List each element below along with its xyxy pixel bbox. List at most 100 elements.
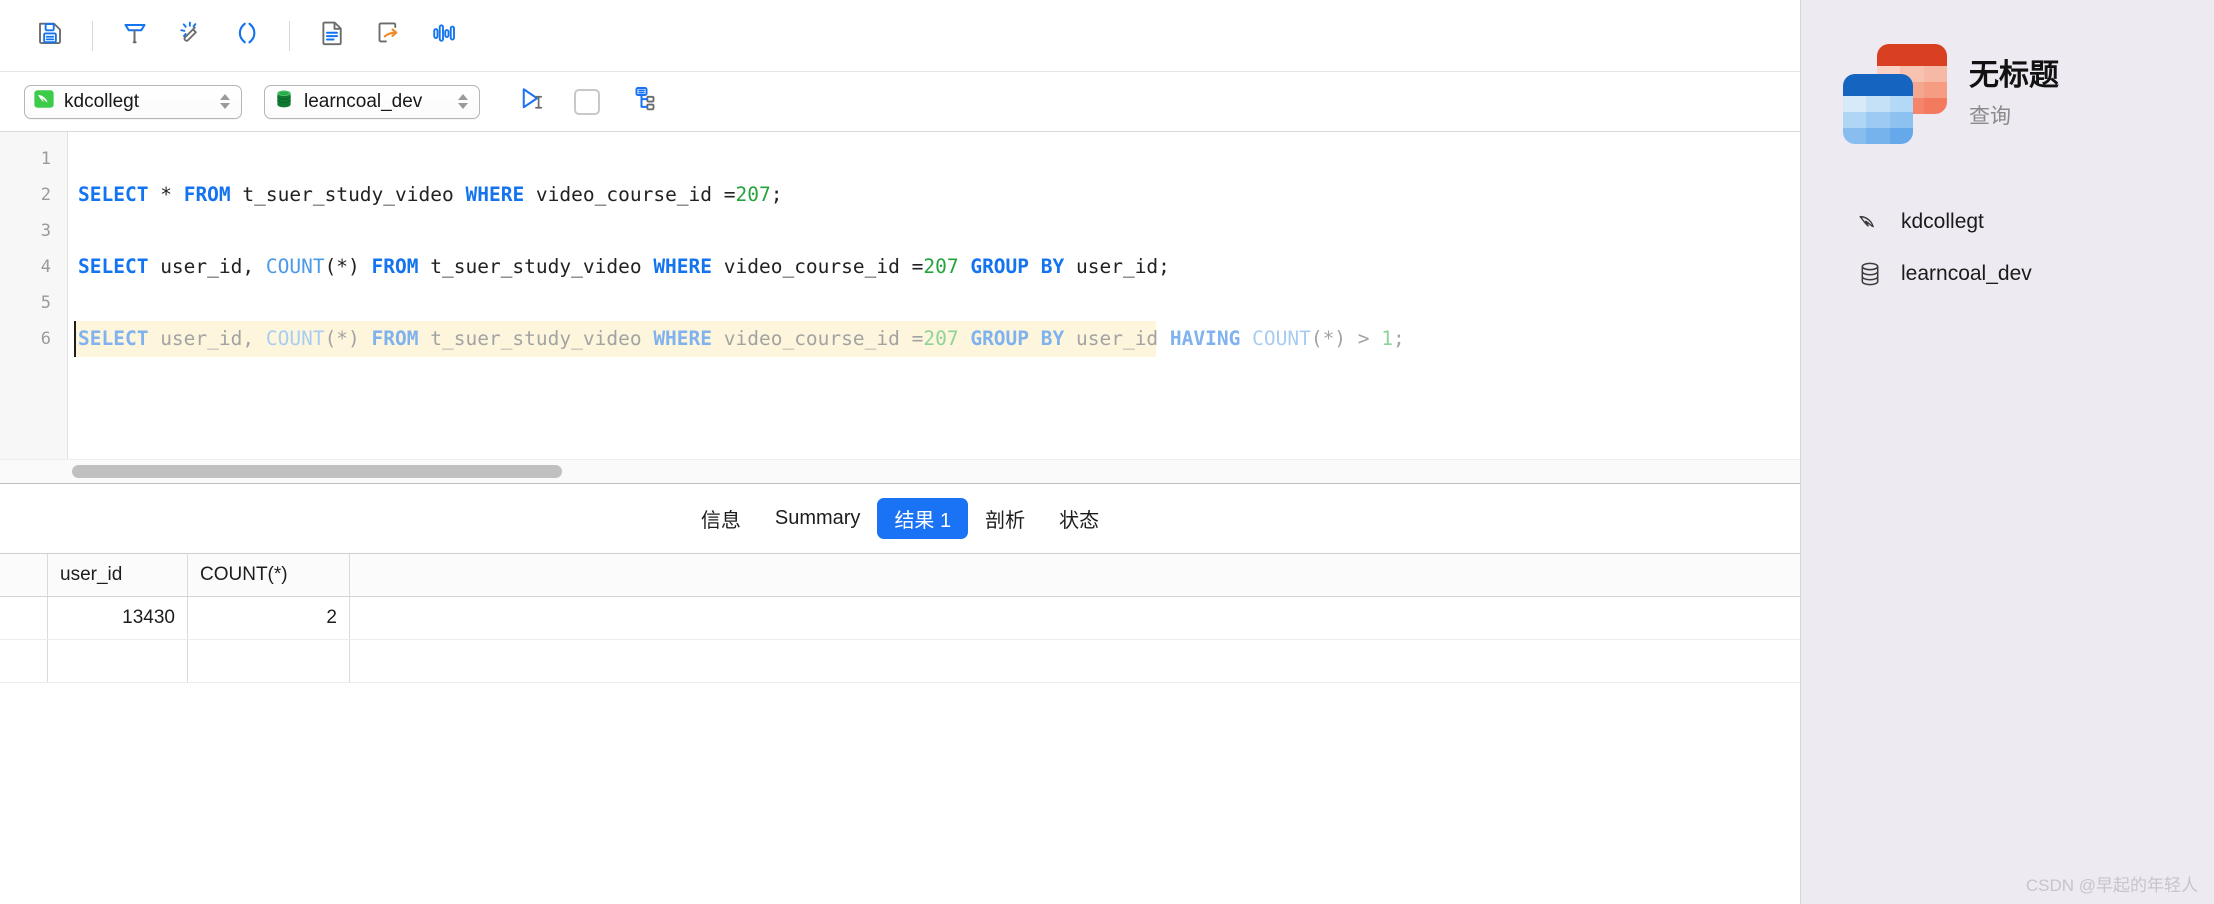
code-token: FROM bbox=[183, 183, 231, 206]
code-token: SELECT bbox=[78, 327, 149, 350]
sidebar-item-database[interactable]: learncoal_dev bbox=[1853, 254, 2214, 294]
database-cylinder-icon bbox=[1853, 260, 1887, 288]
column-header-user-id[interactable]: user_id bbox=[48, 553, 188, 596]
chart-bars-icon bbox=[429, 18, 459, 53]
blue-sheet-icon bbox=[1843, 74, 1913, 144]
code-token: ; bbox=[1393, 327, 1405, 350]
code-line[interactable] bbox=[74, 285, 1800, 321]
code-token: t_suer_study_video bbox=[418, 327, 654, 350]
sidebar-titles: 无标题 查询 bbox=[1969, 58, 2059, 130]
result-tab-2[interactable]: 结果 1 bbox=[877, 497, 969, 539]
export-button[interactable] bbox=[360, 13, 416, 59]
code-token: video_course_id = bbox=[712, 255, 924, 278]
sidebar-header: 无标题 查询 bbox=[1801, 0, 2214, 146]
sidebar-item-label: learncoal_dev bbox=[1901, 262, 2032, 285]
database-select[interactable]: learncoal_dev bbox=[264, 84, 480, 119]
code-token: SELECT bbox=[78, 255, 149, 278]
connection-bar: kdcollegt learncoal_dev bbox=[0, 72, 1800, 132]
right-sidebar: 无标题 查询 kdcollegt learncoal_dev CSDN @早起的… bbox=[1800, 0, 2214, 904]
database-value: learncoal_dev bbox=[304, 90, 423, 112]
code-token: ; bbox=[770, 183, 783, 206]
result-grid-header: user_id COUNT(*) bbox=[0, 553, 1800, 597]
document-icon bbox=[317, 18, 347, 53]
cell-empty-1[interactable] bbox=[48, 639, 188, 682]
code-token: video_course_id = bbox=[712, 327, 924, 350]
code-token: (*) bbox=[324, 255, 372, 278]
chart-bars-button[interactable] bbox=[416, 13, 472, 59]
result-tab-1[interactable]: Summary bbox=[758, 501, 878, 536]
run-button[interactable] bbox=[512, 84, 552, 120]
save-button[interactable] bbox=[22, 13, 78, 59]
sidebar-item-connection[interactable]: kdcollegt bbox=[1853, 202, 2214, 242]
page-subtitle: 查询 bbox=[1969, 105, 2011, 128]
code-token: 1 bbox=[1381, 327, 1394, 350]
code-token: WHERE bbox=[653, 327, 713, 350]
table-row-empty[interactable] bbox=[0, 639, 1800, 683]
code-token: 207 bbox=[923, 255, 959, 278]
line-number: 6 bbox=[40, 329, 51, 349]
beautify-icon bbox=[120, 18, 150, 53]
result-tab-3[interactable]: 剖析 bbox=[968, 498, 1042, 539]
code-token: GROUP BY bbox=[970, 327, 1065, 350]
magic-wand-button[interactable] bbox=[163, 13, 219, 59]
code-line[interactable] bbox=[74, 141, 1800, 177]
cell-empty[interactable] bbox=[350, 597, 1750, 639]
beautify-button[interactable] bbox=[107, 13, 163, 59]
code-token: (*) bbox=[324, 327, 372, 350]
table-row[interactable]: 13430 2 bbox=[0, 596, 1800, 640]
code-token: 207 bbox=[735, 183, 771, 206]
grid-empty-space bbox=[0, 683, 1800, 904]
query-document-icon bbox=[1843, 42, 1947, 146]
row-number-cell bbox=[0, 596, 48, 639]
result-tab-4[interactable]: 状态 bbox=[1042, 498, 1116, 539]
editor-body[interactable]: 1 2 3 4 5 6 SELECT * FROM t_suer_study_video … bbox=[0, 132, 1800, 459]
result-tab-0[interactable]: 信息 bbox=[684, 498, 758, 539]
scrollbar-thumb[interactable] bbox=[72, 464, 562, 478]
connection-stepper[interactable] bbox=[217, 94, 233, 109]
code-token: HAVING bbox=[1169, 327, 1241, 350]
code-area[interactable]: SELECT * FROM t_suer_study_video WHERE v… bbox=[68, 132, 1800, 459]
code-token: (*) > bbox=[1310, 327, 1382, 350]
main-panel: kdcollegt learncoal_dev 1 2 3 4 5 6 SELE… bbox=[0, 0, 1800, 904]
stop-button[interactable] bbox=[574, 88, 600, 115]
explain-plan-button[interactable] bbox=[622, 84, 662, 120]
magic-wand-icon bbox=[176, 18, 206, 53]
line-number: 1 bbox=[40, 149, 51, 169]
watermark: CSDN @早起的年轻人 bbox=[2025, 876, 2198, 895]
code-line[interactable]: SELECT user_id, COUNT(*) FROM t_suer_stu… bbox=[74, 249, 1800, 285]
code-token: SELECT bbox=[78, 183, 149, 206]
export-icon bbox=[373, 18, 403, 53]
connection-select[interactable]: kdcollegt bbox=[24, 84, 242, 119]
code-line[interactable]: SELECT * FROM t_suer_study_video WHERE v… bbox=[74, 177, 1800, 213]
code-token: FROM bbox=[371, 255, 419, 278]
parentheses-button[interactable] bbox=[219, 13, 275, 59]
database-stepper[interactable] bbox=[455, 94, 471, 109]
cell-empty-2[interactable] bbox=[188, 639, 350, 682]
column-header-count[interactable]: COUNT(*) bbox=[188, 553, 350, 596]
code-token: t_suer_study_video bbox=[230, 183, 466, 206]
code-token: user_id, bbox=[148, 255, 266, 278]
toolbar-divider-2 bbox=[289, 20, 290, 51]
app-root: kdcollegt learncoal_dev 1 2 3 4 5 6 SELE… bbox=[0, 0, 2214, 904]
code-token: t_suer_study_video bbox=[418, 255, 654, 278]
line-number: 4 bbox=[40, 257, 51, 277]
connection-value: kdcollegt bbox=[64, 90, 139, 112]
document-button[interactable] bbox=[304, 13, 360, 59]
row-number-cell bbox=[0, 639, 48, 682]
sql-editor[interactable]: 1 2 3 4 5 6 SELECT * FROM t_suer_study_video … bbox=[0, 132, 1800, 484]
editor-horizontal-scrollbar[interactable] bbox=[0, 458, 1800, 483]
column-header-empty[interactable] bbox=[350, 554, 1750, 596]
line-number: 5 bbox=[40, 293, 51, 313]
sidebar-item-label: kdcollegt bbox=[1901, 210, 1984, 233]
code-line[interactable] bbox=[74, 213, 1800, 249]
cell-user-id[interactable]: 13430 bbox=[48, 596, 188, 639]
mysql-dolphin-icon bbox=[33, 88, 55, 115]
chevron-down-icon bbox=[220, 103, 230, 109]
code-line-active[interactable]: SELECT user_id, COUNT(*) FROM t_suer_stu… bbox=[74, 321, 1405, 357]
cell-empty-3[interactable] bbox=[350, 640, 1750, 682]
cell-count[interactable]: 2 bbox=[188, 596, 350, 639]
